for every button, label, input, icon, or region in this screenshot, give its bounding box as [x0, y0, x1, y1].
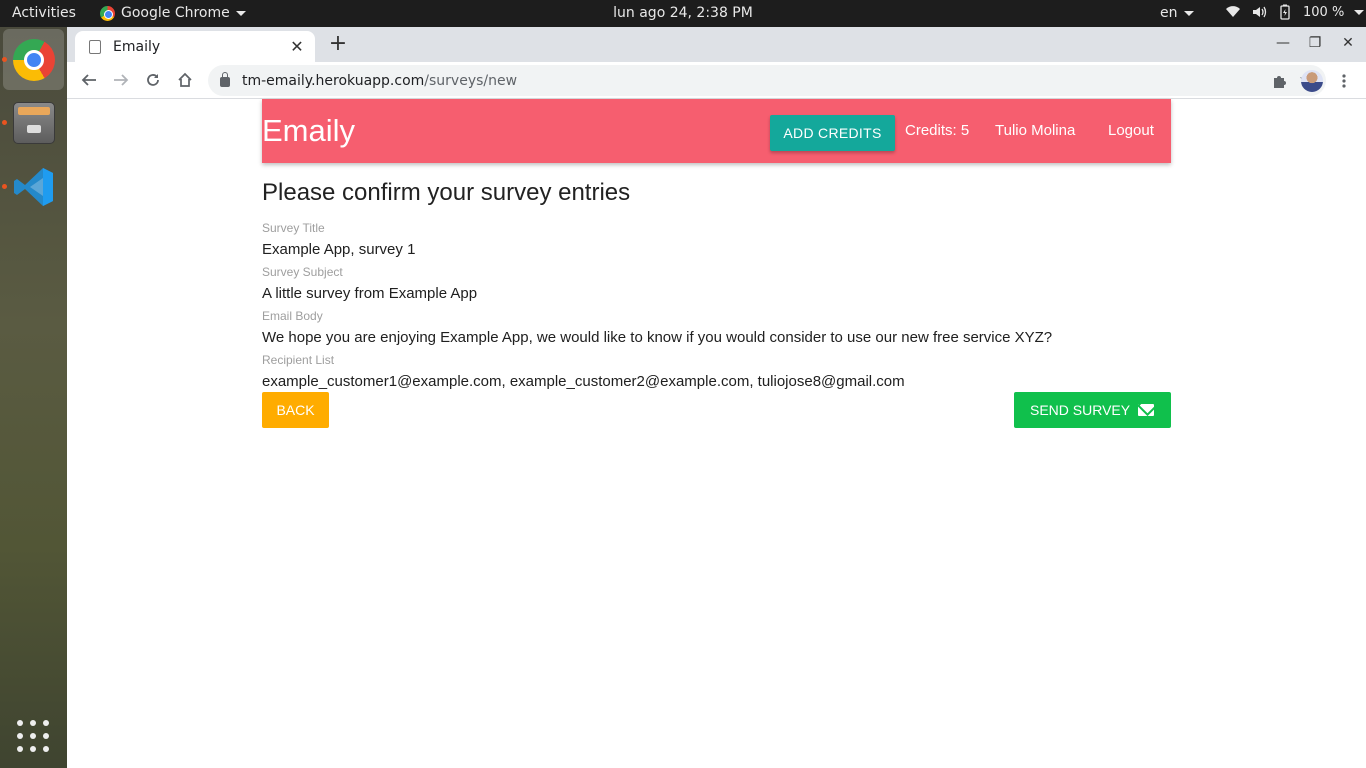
battery-icon	[1280, 4, 1290, 20]
restore-button[interactable]: ❐	[1306, 35, 1324, 51]
dock	[0, 27, 67, 768]
user-name: Tulio Molina	[995, 122, 1076, 139]
forward-arrow-icon[interactable]	[110, 69, 132, 91]
field-email-body: Email Body We hope you are enjoying Exam…	[262, 309, 1171, 353]
running-indicator	[2, 57, 7, 62]
close-window-button[interactable]: ✕	[1339, 35, 1357, 51]
language-label: en	[1160, 5, 1178, 21]
chrome-icon	[12, 38, 55, 81]
volume-icon	[1253, 6, 1267, 18]
browser-toolbar: tm-emaily.herokuapp.com/surveys/new ☆	[67, 62, 1366, 99]
field-survey-subject: Survey Subject A little survey from Exam…	[262, 265, 1171, 309]
wifi-icon	[1226, 6, 1240, 17]
system-top-bar: Activities Google Chrome lun ago 24, 2:3…	[0, 0, 1366, 27]
field-label: Email Body	[262, 309, 323, 323]
minimize-button[interactable]: —	[1274, 35, 1292, 51]
field-label: Survey Subject	[262, 265, 343, 279]
field-label: Recipient List	[262, 353, 335, 367]
show-applications-icon[interactable]	[17, 720, 49, 752]
brand-logo-link[interactable]: Emaily	[262, 113, 355, 149]
address-bar[interactable]: tm-emaily.herokuapp.com/surveys/new ☆	[208, 65, 1326, 96]
chevron-down-icon	[235, 10, 246, 16]
page-title: Please confirm your survey entries	[262, 179, 631, 206]
chevron-down-icon	[1183, 10, 1194, 16]
back-button[interactable]: BACK	[262, 392, 329, 428]
new-tab-button[interactable]: +	[327, 33, 349, 55]
url-host: tm-emaily.herokuapp.com	[242, 72, 425, 89]
battery-percent: 100 %	[1303, 4, 1345, 20]
field-value: Example App, survey 1	[262, 241, 416, 258]
close-tab-icon[interactable]: ✕	[289, 38, 305, 55]
web-page: Emaily ADD CREDITS Credits: 5 Tulio Moli…	[67, 99, 1366, 768]
tab-emaily[interactable]: Emaily ✕	[75, 31, 315, 62]
system-tray[interactable]: 100 %	[1225, 4, 1365, 20]
tab-strip: Emaily ✕ + — ❐ ✕	[67, 27, 1366, 62]
app-menu-label: Google Chrome	[121, 5, 230, 21]
tab-title: Emaily	[113, 38, 161, 55]
credits-count: Credits: 5	[905, 122, 970, 139]
page-favicon-icon	[89, 39, 101, 54]
dock-item-files[interactable]	[3, 92, 64, 153]
chevron-down-icon	[1354, 9, 1365, 15]
running-indicator	[2, 184, 7, 189]
more-menu-icon[interactable]	[1332, 69, 1356, 93]
clock[interactable]: lun ago 24, 2:38 PM	[613, 5, 753, 21]
language-selector[interactable]: en	[1160, 5, 1194, 21]
extensions-puzzle-icon[interactable]	[1267, 69, 1291, 93]
chrome-icon	[100, 5, 115, 21]
send-survey-button[interactable]: SEND SURVEY	[1014, 392, 1171, 428]
app-header: Emaily ADD CREDITS Credits: 5 Tulio Moli…	[262, 99, 1171, 163]
field-value: A little survey from Example App	[262, 285, 478, 302]
reload-icon[interactable]	[142, 69, 164, 91]
field-recipient-list: Recipient List example_customer1@example…	[262, 353, 1171, 397]
lock-icon	[220, 72, 230, 87]
dock-item-vscode[interactable]	[3, 156, 64, 217]
email-icon	[1138, 404, 1154, 416]
profile-avatar[interactable]	[1300, 69, 1324, 93]
logout-link[interactable]: Logout	[1108, 122, 1154, 139]
send-survey-label: SEND SURVEY	[1030, 402, 1131, 418]
back-arrow-icon[interactable]	[78, 69, 100, 91]
dock-item-chrome[interactable]	[3, 29, 64, 90]
survey-review: Please confirm your survey entries Surve…	[262, 179, 1171, 397]
add-credits-button[interactable]: ADD CREDITS	[770, 115, 895, 151]
running-indicator	[2, 120, 7, 125]
app-menu[interactable]: Google Chrome	[100, 5, 246, 21]
field-survey-title: Survey Title Example App, survey 1	[262, 221, 1171, 265]
field-label: Survey Title	[262, 221, 325, 235]
home-icon[interactable]	[174, 69, 196, 91]
activities-button[interactable]: Activities	[12, 5, 76, 21]
url-path: /surveys/new	[424, 72, 518, 89]
vscode-icon	[13, 167, 53, 206]
files-icon	[12, 101, 55, 144]
field-value: We hope you are enjoying Example App, we…	[262, 329, 1053, 346]
